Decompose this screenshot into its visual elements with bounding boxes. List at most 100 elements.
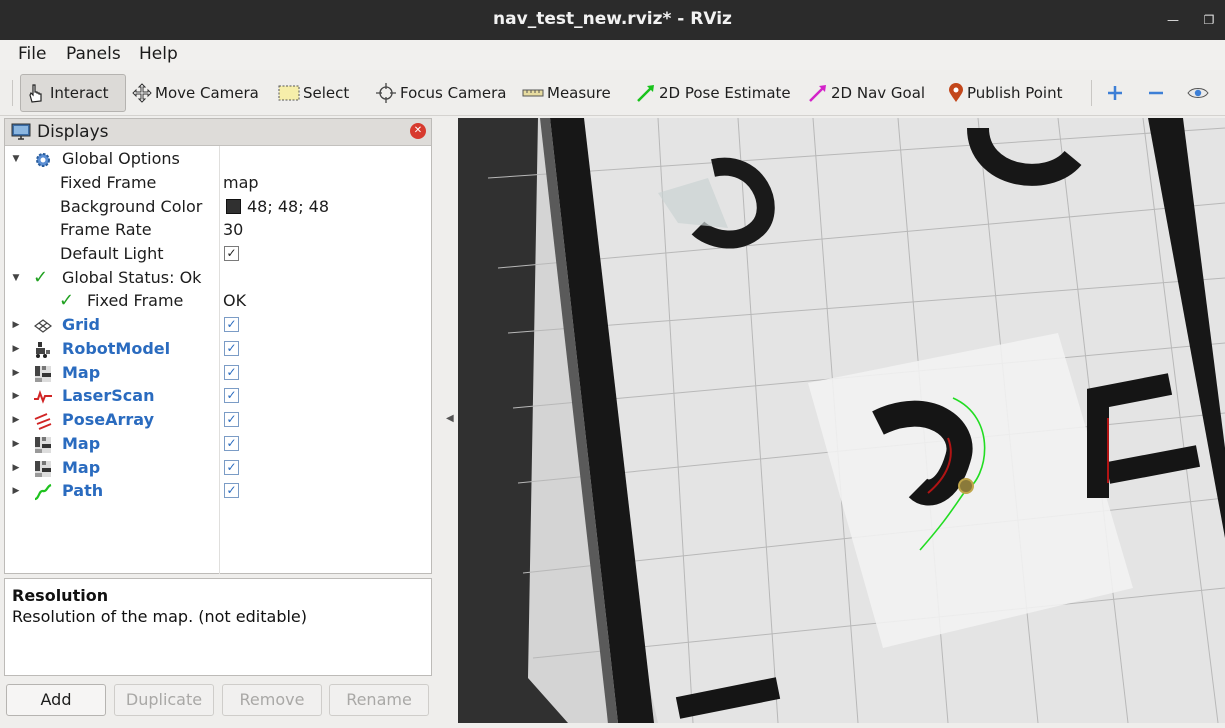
ruler-icon — [522, 89, 544, 97]
default-light-row[interactable]: Default Light ✓ — [5, 243, 431, 266]
display-item-checkbox[interactable]: ✓ — [224, 483, 239, 498]
toolbar-separator — [1091, 80, 1092, 106]
expand-arrow-icon[interactable]: ▶ — [11, 462, 21, 474]
expand-arrow-icon[interactable]: ▶ — [11, 438, 21, 450]
background-color-value[interactable]: 48; 48; 48 — [222, 197, 329, 216]
select-box-icon — [278, 85, 300, 101]
measure-tool-label: Measure — [547, 84, 611, 102]
publish-point-tool[interactable]: Publish Point — [948, 74, 1062, 112]
publish-point-tool-label: Publish Point — [967, 84, 1063, 102]
add-button[interactable]: Add — [6, 684, 106, 716]
status-fixed-frame-row[interactable]: ✓ Fixed Frame OK — [5, 290, 431, 313]
status-fixed-frame-label: Fixed Frame — [87, 291, 184, 310]
interact-tool[interactable]: Interact — [20, 74, 126, 112]
interact-tool-label: Interact — [50, 84, 109, 102]
grid-icon — [34, 319, 52, 333]
display-item-pose-array[interactable]: ▶ PoseArray ✓ — [5, 409, 431, 432]
plus-icon — [1108, 86, 1122, 100]
remove-button[interactable]: Remove — [222, 684, 322, 716]
green-arrow-icon — [637, 85, 654, 102]
display-item-checkbox[interactable]: ✓ — [224, 460, 239, 475]
display-item-label: Grid — [62, 315, 100, 334]
expand-arrow-icon[interactable]: ▶ — [11, 319, 21, 331]
display-item-grid[interactable]: ▶ Grid ✓ — [5, 314, 431, 337]
global-options-row[interactable]: ▼ Global Options — [5, 148, 431, 171]
background-color-label: Background Color — [60, 197, 203, 216]
expand-arrow-icon[interactable]: ▶ — [11, 390, 21, 402]
display-item-label: LaserScan — [62, 386, 155, 405]
expand-arrow-icon[interactable]: ▶ — [11, 367, 21, 379]
expand-arrow-icon[interactable]: ▶ — [11, 485, 21, 497]
pose-estimate-tool[interactable]: 2D Pose Estimate — [636, 74, 791, 112]
display-item-checkbox[interactable]: ✓ — [224, 341, 239, 356]
map-icon — [35, 366, 51, 382]
scene-canvas[interactable] — [458, 118, 1225, 723]
render-viewport[interactable] — [458, 118, 1225, 723]
remove-tool-button[interactable] — [1147, 74, 1165, 112]
pose-array-icon — [34, 413, 52, 430]
display-item-checkbox[interactable]: ✓ — [224, 412, 239, 427]
global-status-label: Global Status: Ok — [62, 268, 202, 287]
display-item-label: Map — [62, 458, 101, 477]
global-options-label: Global Options — [62, 149, 180, 168]
display-item-path[interactable]: ▶ Path ✓ — [5, 480, 431, 503]
add-tool-button[interactable] — [1106, 74, 1124, 112]
ok-check-icon: ✓ — [33, 267, 49, 288]
close-icon[interactable]: ✕ — [410, 123, 426, 139]
panel-splitter[interactable]: ◀ — [441, 118, 455, 723]
minimize-icon[interactable]: — — [1163, 10, 1183, 30]
menu-bar: File Panels Help — [0, 40, 1225, 70]
menu-help[interactable]: Help — [139, 44, 178, 64]
display-item-robot-model[interactable]: ▶ RobotModel ✓ — [5, 338, 431, 361]
global-status-row[interactable]: ▼ ✓ Global Status: Ok — [5, 267, 431, 290]
display-item-checkbox[interactable]: ✓ — [224, 436, 239, 451]
eye-icon — [1187, 88, 1209, 98]
display-item-map[interactable]: ▶ Map ✓ — [5, 433, 431, 456]
display-item-checkbox[interactable]: ✓ — [224, 388, 239, 403]
display-item-checkbox[interactable]: ✓ — [224, 317, 239, 332]
collapse-arrow-icon[interactable]: ▼ — [11, 272, 21, 284]
display-item-label: Path — [62, 481, 104, 500]
panels-visibility-button[interactable] — [1187, 74, 1209, 112]
move-camera-tool[interactable]: Move Camera — [132, 74, 259, 112]
collapse-left-icon[interactable]: ◀ — [446, 413, 454, 424]
displays-panel: Displays ✕ ▼ Global Options Fixed Frame … — [4, 118, 432, 574]
path-icon — [34, 483, 52, 501]
display-item-map[interactable]: ▶ Map ✓ — [5, 457, 431, 480]
frame-rate-row[interactable]: Frame Rate 30 — [5, 219, 431, 242]
menu-panels[interactable]: Panels — [66, 44, 121, 64]
fixed-frame-value[interactable]: map — [223, 173, 259, 192]
frame-rate-label: Frame Rate — [60, 220, 152, 239]
collapse-arrow-icon[interactable]: ▼ — [11, 153, 21, 165]
monitor-icon — [11, 123, 31, 140]
nav-goal-tool[interactable]: 2D Nav Goal — [808, 74, 925, 112]
robot-model — [958, 478, 974, 494]
rename-button[interactable]: Rename — [329, 684, 429, 716]
default-light-label: Default Light — [60, 244, 164, 263]
toolbar-separator — [12, 80, 13, 106]
expand-arrow-icon[interactable]: ▶ — [11, 414, 21, 426]
frame-rate-value[interactable]: 30 — [223, 220, 243, 239]
description-text: Resolution of the map. (not editable) — [12, 607, 307, 626]
default-light-checkbox[interactable]: ✓ — [224, 246, 239, 261]
display-item-laser-scan[interactable]: ▶ LaserScan ✓ — [5, 385, 431, 408]
fixed-frame-row[interactable]: Fixed Frame map — [5, 172, 431, 195]
menu-file[interactable]: File — [18, 44, 46, 64]
focus-camera-tool-label: Focus Camera — [400, 84, 507, 102]
maximize-icon[interactable]: ❐ — [1199, 10, 1219, 30]
measure-tool[interactable]: Measure — [522, 74, 611, 112]
select-tool[interactable]: Select — [278, 74, 349, 112]
hand-pointer-icon — [29, 84, 42, 103]
fixed-frame-label: Fixed Frame — [60, 173, 157, 192]
laser-scan-icon — [34, 390, 52, 404]
color-swatch[interactable] — [226, 199, 241, 214]
status-fixed-frame-value: OK — [223, 291, 247, 310]
display-item-checkbox[interactable]: ✓ — [224, 365, 239, 380]
gear-icon — [36, 153, 50, 167]
display-item-label: Map — [62, 363, 101, 382]
display-item-map[interactable]: ▶ Map ✓ — [5, 362, 431, 385]
background-color-row[interactable]: Background Color 48; 48; 48 — [5, 196, 431, 219]
duplicate-button[interactable]: Duplicate — [114, 684, 214, 716]
expand-arrow-icon[interactable]: ▶ — [11, 343, 21, 355]
focus-camera-tool[interactable]: Focus Camera — [375, 74, 506, 112]
